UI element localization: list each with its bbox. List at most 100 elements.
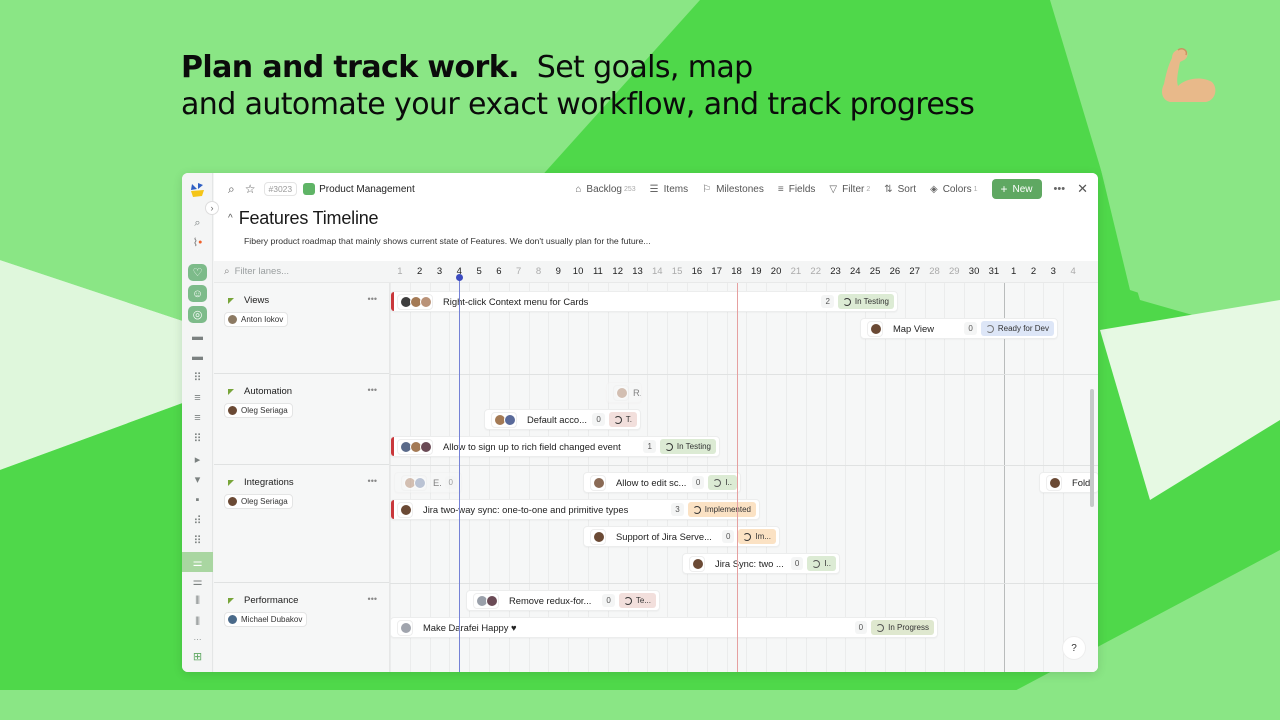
grid-icon[interactable]: ⠿ (188, 369, 207, 386)
assignees (397, 501, 413, 518)
search-icon: ⌕ (224, 266, 230, 277)
card[interactable]: Allow to sign up to rich field changed e… (390, 436, 720, 457)
lane-flag-icon (228, 388, 234, 395)
card[interactable]: Default acco... 0 T. (484, 409, 641, 430)
add-app-icon[interactable]: ⊞ (188, 648, 207, 665)
card[interactable]: Support of Jira Serve... 0 Im... (583, 526, 780, 547)
lane-more-icon[interactable]: ••• (368, 594, 377, 604)
card[interactable]: Remove redux-for... 0 Te... (466, 590, 660, 611)
card[interactable]: Right-click Context menu for Cards 2 In … (390, 291, 898, 312)
dots-icon[interactable]: ⠾ (188, 512, 207, 529)
lane-owner[interactable]: Anton Iokov (224, 312, 289, 327)
hero-line1: Set goals, map (518, 50, 753, 85)
heart-space-icon[interactable]: ♡ (188, 264, 207, 281)
fields-button[interactable]: ≡ Fields (778, 184, 816, 195)
lane-more-icon[interactable]: ••• (368, 385, 377, 395)
card[interactable]: Map View 0 Ready for Dev (860, 318, 1058, 339)
vertical-scrollbar[interactable] (1090, 389, 1094, 507)
day-gridline (924, 283, 926, 672)
card[interactable]: Make Darafei Happy ♥ 0 In Progress (390, 617, 938, 638)
milestones-button[interactable]: ⚐ Milestones (702, 184, 764, 195)
day-label: 11 (592, 266, 603, 277)
lane-owner[interactable]: Michael Dubakov (224, 612, 308, 627)
grid-icon[interactable]: ⠿ (188, 430, 207, 447)
card-count: 0 (691, 476, 705, 489)
avatar (504, 413, 516, 426)
day-label: 24 (850, 266, 861, 277)
filter-button[interactable]: ▽ Filter 2 (829, 184, 870, 195)
close-icon[interactable]: ✕ (1077, 181, 1088, 197)
lane-more-icon[interactable]: ••• (368, 294, 377, 304)
lane-more-icon[interactable]: ••• (368, 476, 377, 486)
timeline-view-icon[interactable]: ⚌ (182, 552, 213, 572)
bars-icon[interactable]: ⫴ (188, 614, 207, 631)
document-icon[interactable]: ▪ (188, 491, 207, 508)
space-name[interactable]: Product Management (319, 184, 415, 195)
lane-owner[interactable]: Oleg Seriaga (224, 494, 293, 509)
day-gridline (766, 283, 768, 672)
lane-title[interactable]: Integrations (228, 477, 294, 488)
card-title: Allow to edit sc... (616, 477, 687, 488)
avatar (593, 530, 605, 543)
collapse-arrow-icon[interactable]: ▾ (188, 471, 207, 488)
day-label: 2 (1030, 266, 1037, 277)
card[interactable]: Allow to edit sc... 0 I.. (583, 472, 741, 493)
card[interactable]: Jira two-way sync: one-to-one and primit… (390, 499, 760, 520)
fibery-logo-icon (191, 183, 204, 197)
entity-id-chip[interactable]: #3023 (263, 182, 298, 196)
timeline-icon[interactable]: ⚌ (188, 573, 207, 590)
search-icon[interactable]: ⌕ (228, 182, 235, 197)
activity-icon[interactable]: ⌇ ● (188, 234, 207, 251)
colors-button[interactable]: ◈ Colors 1 (930, 184, 978, 195)
progress-spinner-icon (812, 559, 821, 568)
lane-owner[interactable]: Oleg Seriaga (224, 403, 293, 418)
day-gridline (746, 283, 748, 672)
bars-icon[interactable]: ⫴ (188, 593, 207, 610)
lane-title[interactable]: Performance (228, 595, 298, 606)
star-icon[interactable]: ☆ (245, 182, 256, 196)
card-title: E. (433, 477, 442, 488)
assignees (590, 474, 606, 491)
lanes-column: Views ••• Anton Iokov Automation ••• Ole… (214, 283, 390, 672)
day-label: 12 (612, 266, 623, 277)
search-icon[interactable]: ⌕ (188, 215, 207, 232)
day-label: 27 (909, 266, 920, 277)
expand-sidebar-button[interactable]: › (205, 201, 219, 215)
day-label: 31 (988, 266, 1000, 277)
main-panel: ⌕ ☆ #3023 Product Management ⌂ Backlog 253… (214, 173, 1098, 672)
items-button[interactable]: ☰ Items (650, 184, 688, 195)
lane-title[interactable]: Automation (228, 386, 292, 397)
collapse-caret-icon[interactable]: ^ (228, 213, 233, 224)
day-label: 1 (1011, 266, 1017, 277)
card[interactable]: Jira Sync: two ... 0 I.. (682, 553, 840, 574)
more-icon[interactable]: ··· (188, 631, 207, 648)
today-line (459, 275, 461, 672)
board-icon[interactable]: ▬ (188, 328, 207, 345)
view-title-row: ^ Features Timeline (228, 208, 379, 229)
card-count: 0 (854, 621, 868, 634)
avatar (227, 405, 238, 416)
expand-arrow-icon[interactable]: ▸ (188, 451, 207, 468)
help-button[interactable]: ? (1062, 636, 1086, 660)
list-icon[interactable]: ≡ (188, 389, 207, 406)
new-button[interactable]: + New (991, 179, 1042, 199)
ball-space-icon[interactable]: ◎ (188, 306, 207, 323)
sort-button[interactable]: ⇅ Sort (884, 184, 916, 195)
card-count: 0 (790, 557, 804, 570)
board-icon[interactable]: ▬ (188, 348, 207, 365)
hero-bold: Plan and track work. (181, 50, 519, 85)
card-title: Allow to sign up to rich field changed e… (443, 441, 621, 452)
lane-flag-icon (228, 479, 234, 486)
lane-title[interactable]: Views (228, 295, 269, 306)
more-icon[interactable]: ••• (1054, 183, 1066, 195)
view-title: Features Timeline (238, 208, 379, 228)
grid-icon[interactable]: ⠿ (188, 532, 207, 549)
hero-headline: Plan and track work. Set goals, map and … (181, 50, 975, 123)
helmet-space-icon[interactable]: ☺ (188, 285, 207, 302)
list-icon[interactable]: ≡ (188, 409, 207, 426)
card[interactable]: E. 0 (394, 472, 462, 493)
assignees (689, 555, 705, 572)
card[interactable]: R. (606, 382, 642, 403)
filter-lanes-input[interactable]: ⌕ Filter lanes... (224, 266, 289, 277)
backlog-button[interactable]: ⌂ Backlog 253 (575, 184, 635, 195)
